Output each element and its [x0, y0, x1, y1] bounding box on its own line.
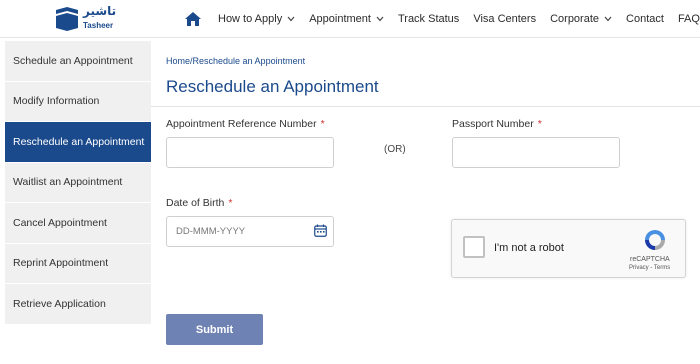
- logo-arabic-text: تاشير: [83, 4, 117, 18]
- logo-text: Tasheer: [83, 21, 114, 30]
- title-divider: [151, 106, 700, 107]
- required-mark: *: [537, 118, 542, 130]
- required-mark: *: [320, 118, 325, 130]
- passport-number-label: Passport Number *: [452, 118, 542, 130]
- passport-number-label-text: Passport Number: [452, 118, 534, 130]
- required-mark: *: [228, 197, 233, 209]
- top-header: تاشير Tasheer How to Apply Appointment Tra…: [0, 0, 700, 38]
- date-of-birth-input[interactable]: DD-MMM-YYYY: [166, 216, 334, 247]
- reference-number-input[interactable]: [166, 137, 334, 168]
- recaptcha-label: I'm not a robot: [494, 242, 564, 254]
- recaptcha-brand: reCAPTCHA: [630, 256, 670, 263]
- nav-item-faq[interactable]: FAQ: [678, 13, 700, 25]
- or-separator: (OR): [384, 144, 406, 155]
- chevron-down-icon: [287, 16, 295, 22]
- nav-item-label: Corporate: [550, 13, 600, 25]
- reference-number-label: Appointment Reference Number *: [166, 118, 325, 130]
- submit-button[interactable]: Submit: [166, 314, 263, 345]
- page-title: Reschedule an Appointment: [166, 77, 379, 96]
- sidebar-item-modify-information[interactable]: Modify Information: [5, 81, 151, 122]
- date-of-birth-label-text: Date of Birth: [166, 197, 225, 209]
- nav-item-label: Track Status: [397, 13, 460, 25]
- breadcrumb[interactable]: Home/Reschedule an Appointment: [166, 56, 305, 66]
- nav-item-how-to-apply[interactable]: How to Apply: [218, 13, 295, 25]
- recaptcha-logo-icon: [645, 230, 665, 250]
- reference-number-label-text: Appointment Reference Number: [166, 118, 317, 130]
- sidebar-item-cancel-appointment[interactable]: Cancel Appointment: [5, 203, 151, 244]
- nav-item-track-status[interactable]: Track Status: [398, 13, 459, 25]
- sidebar-item-waitlist-an-appointment[interactable]: Waitlist an Appointment: [5, 162, 151, 203]
- nav-item-label: Appointment: [309, 13, 371, 25]
- nav-item-label: Visa Centers: [473, 13, 537, 25]
- sidebar-item-retrieve-application[interactable]: Retrieve Application: [5, 284, 151, 325]
- home-icon[interactable]: [184, 10, 202, 28]
- chevron-down-icon: [376, 16, 384, 22]
- date-of-birth-label: Date of Birth *: [166, 197, 232, 209]
- nav-item-label: FAQ: [677, 13, 700, 25]
- nav-item-label: Contact: [626, 13, 664, 25]
- recaptcha-checkbox[interactable]: [463, 236, 485, 258]
- nav-item-visa-centers[interactable]: Visa Centers: [473, 13, 536, 25]
- chevron-down-icon: [604, 16, 612, 22]
- recaptcha-widget: I'm not a robot reCAPTCHA Privacy - Term…: [451, 219, 686, 278]
- logo-mark-icon: [56, 7, 78, 31]
- nav-item-appointment[interactable]: Appointment: [309, 13, 384, 25]
- recaptcha-privacy-terms[interactable]: Privacy - Terms: [629, 265, 670, 271]
- main-nav: How to Apply Appointment Track Status Visa …: [184, 0, 700, 38]
- sidebar-item-reschedule-an-appointment[interactable]: Reschedule an Appointment: [5, 122, 151, 163]
- sidebar-item-reprint-appointment[interactable]: Reprint Appointment: [5, 243, 151, 284]
- tasheer-logo[interactable]: تاشير Tasheer: [55, 4, 116, 34]
- date-of-birth-placeholder: DD-MMM-YYYY: [176, 226, 246, 237]
- calendar-icon[interactable]: [314, 224, 327, 237]
- nav-item-corporate[interactable]: Corporate: [550, 13, 612, 25]
- passport-number-input[interactable]: [452, 137, 620, 168]
- sidebar: Schedule an Appointment Modify Informatio…: [5, 41, 151, 325]
- nav-item-label: How to Apply: [218, 13, 283, 25]
- nav-item-contact[interactable]: Contact: [626, 13, 664, 25]
- sidebar-item-schedule-an-appointment[interactable]: Schedule an Appointment: [5, 41, 151, 82]
